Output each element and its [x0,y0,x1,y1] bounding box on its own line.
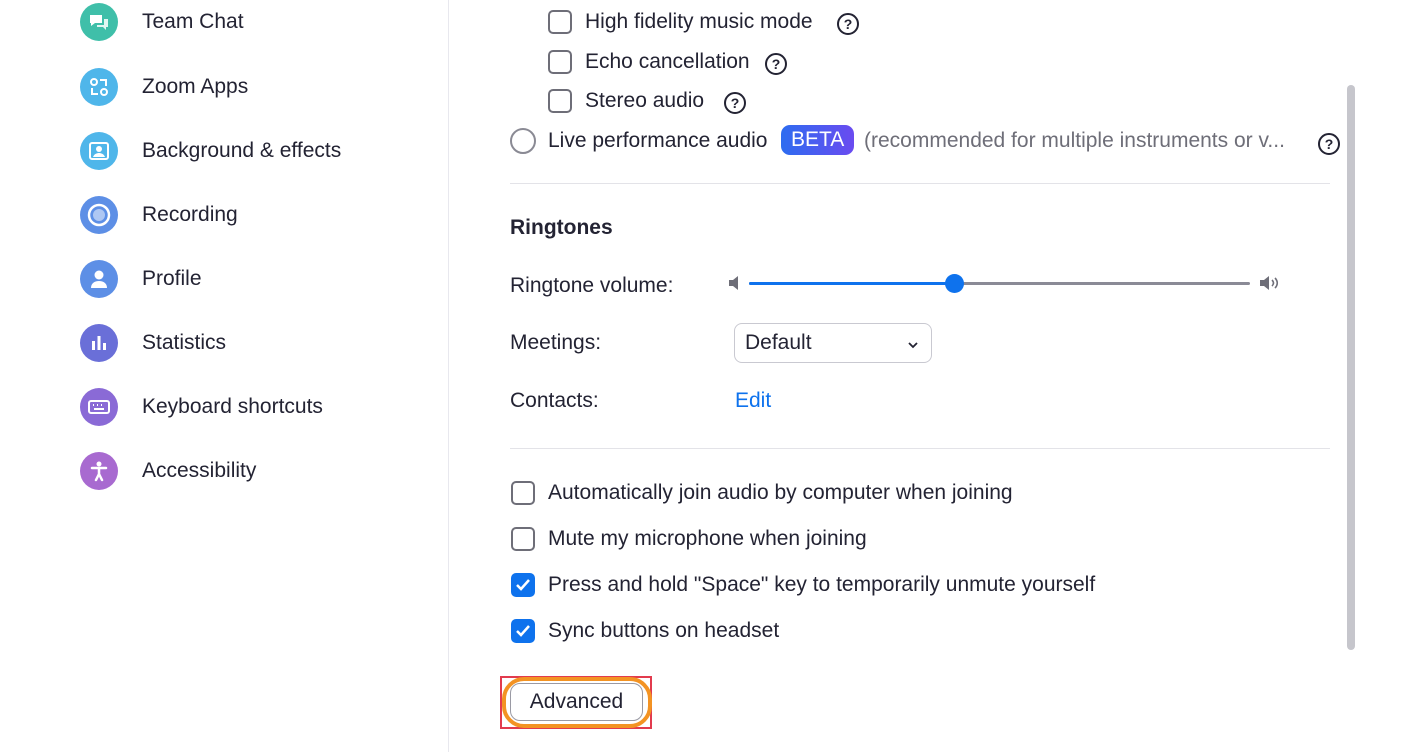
ringtone-volume-slider[interactable] [749,264,1250,304]
checkmark-icon [516,579,530,591]
beta-badge: BETA [781,125,855,155]
sidebar-item-keyboard-shortcuts[interactable]: Keyboard shortcuts [80,385,323,429]
sync-headset-label: Sync buttons on headset [548,619,780,642]
echo-cancellation-checkbox[interactable] [548,50,572,74]
sidebar-item-zoom-apps[interactable]: Zoom Apps [80,65,248,109]
apps-icon [80,68,118,106]
ringtones-heading: Ringtones [510,216,613,239]
mute-mic-label: Mute my microphone when joining [548,527,867,550]
sidebar-item-label: Background & effects [142,139,342,162]
sidebar-item-label: Recording [142,203,238,226]
sidebar-item-label: Team Chat [142,10,244,33]
echo-cancellation-label: Echo cancellation [585,50,750,73]
meetings-ringtone-select[interactable]: Default [734,323,932,363]
space-unmute-label: Press and hold "Space" key to temporaril… [548,573,1096,596]
recording-icon [80,196,118,234]
live-performance-radio[interactable] [510,128,536,154]
volume-low-icon [727,274,743,292]
contacts-edit-link[interactable]: Edit [735,389,771,413]
help-icon[interactable]: ? [765,53,787,75]
chat-icon [80,3,118,41]
sync-headset-checkbox[interactable] [511,619,535,643]
sidebar-item-label: Zoom Apps [142,75,249,98]
high-fidelity-checkbox[interactable] [548,10,572,34]
select-value: Default [745,331,812,354]
sidebar-item-recording[interactable]: Recording [80,193,238,237]
profile-icon [80,260,118,298]
scrollbar[interactable] [1347,85,1355,650]
auto-join-audio-checkbox[interactable] [511,481,535,505]
help-icon[interactable]: ? [837,13,859,35]
checkmark-icon [516,625,530,637]
help-icon[interactable]: ? [1318,133,1340,155]
live-performance-note: (recommended for multiple instruments or… [864,129,1285,152]
volume-high-icon [1258,274,1284,292]
sidebar-item-statistics[interactable]: Statistics [80,321,226,365]
sidebar-item-accessibility[interactable]: Accessibility [80,449,256,493]
background-icon [80,132,118,170]
live-performance-label: Live performance audio [548,129,768,152]
sidebar-item-label: Accessibility [142,459,257,482]
space-unmute-checkbox[interactable] [511,573,535,597]
slider-thumb[interactable] [945,274,964,293]
sidebar-item-profile[interactable]: Profile [80,257,202,301]
chevron-down-icon [907,337,919,355]
auto-join-audio-label: Automatically join audio by computer whe… [548,481,1013,504]
accessibility-icon [80,452,118,490]
stereo-audio-checkbox[interactable] [548,89,572,113]
statistics-icon [80,324,118,362]
sidebar-item-background-effects[interactable]: Background & effects [80,129,341,173]
stereo-audio-label: Stereo audio [585,89,705,112]
settings-sidebar: Team Chat Zoom Apps Background & effects… [0,0,448,752]
sidebar-item-label: Statistics [142,331,227,354]
section-divider [510,448,1330,449]
sidebar-divider [448,0,449,752]
mute-mic-checkbox[interactable] [511,527,535,551]
contacts-label: Contacts: [510,389,599,412]
help-icon[interactable]: ? [724,92,746,114]
section-divider [510,183,1330,184]
keyboard-icon [80,388,118,426]
sidebar-item-label: Profile [142,267,202,290]
ringtone-volume-label: Ringtone volume: [510,274,674,297]
advanced-button[interactable]: Advanced [510,683,643,721]
sidebar-item-team-chat[interactable]: Team Chat [80,0,244,44]
sidebar-item-label: Keyboard shortcuts [142,395,323,418]
meetings-label: Meetings: [510,331,602,354]
high-fidelity-label: High fidelity music mode [585,10,813,33]
